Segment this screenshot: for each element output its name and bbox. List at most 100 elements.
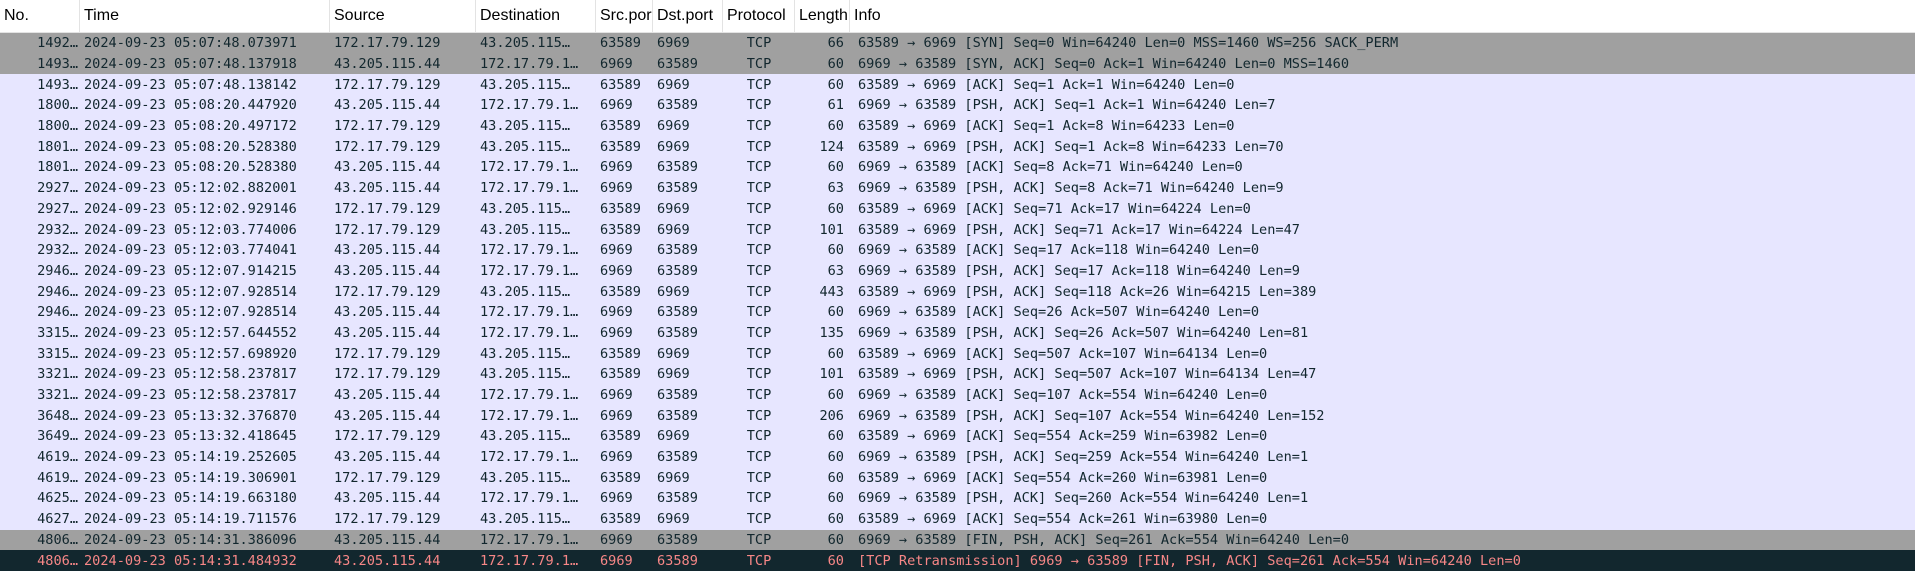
column-header-time[interactable]: Time: [80, 0, 330, 32]
packet-source: 43.205.115.44: [334, 180, 441, 197]
packet-src-port: 6969: [600, 387, 633, 404]
packet-row[interactable]: 4625… 2024-09-23 05:14:19.663180 43.205.11…: [0, 488, 1915, 509]
packet-number: 1493…: [37, 76, 78, 93]
packet-list[interactable]: No. Time Source Destination Src.por Dst.…: [0, 0, 1915, 573]
packet-time: 2024-09-23 05:07:48.137918: [84, 56, 297, 73]
packet-src-port: 6969: [600, 407, 633, 424]
packet-row[interactable]: 1800… 2024-09-23 05:08:20.497172 172.17.79…: [0, 115, 1915, 137]
packet-row[interactable]: 2946… 2024-09-23 05:12:07.928514 43.205.11…: [0, 301, 1915, 323]
packet-row[interactable]: 3321… 2024-09-23 05:12:58.237817 43.205.11…: [0, 384, 1915, 406]
packet-src-port: 6969: [600, 449, 633, 466]
packet-row[interactable]: 3315… 2024-09-23 05:12:57.698920 172.17.79…: [0, 343, 1915, 364]
packet-source: 43.205.115.44: [334, 490, 441, 507]
packet-number: 1800…: [37, 118, 78, 135]
packet-dst-port: 6969: [657, 200, 690, 217]
packet-length: 60: [827, 511, 844, 528]
packet-row[interactable]: 4806… 2024-09-23 05:14:31.386096 43.205.11…: [0, 529, 1915, 551]
packet-source: 172.17.79.129: [334, 345, 441, 362]
packet-row[interactable]: 1493… 2024-09-23 05:07:48.137918 43.205.11…: [0, 53, 1915, 75]
packet-row[interactable]: 1801… 2024-09-23 05:08:20.528380 43.205.11…: [0, 157, 1915, 178]
packet-protocol: TCP: [746, 262, 772, 279]
packet-length: 66: [827, 35, 844, 52]
packet-number: 1492…: [37, 35, 78, 52]
column-header-info[interactable]: Info: [850, 0, 1915, 32]
packet-info: 63589 → 6969 [PSH, ACK] Seq=71 Ack=17 Wi…: [858, 221, 1300, 238]
packet-row[interactable]: 1800… 2024-09-23 05:08:20.447920 43.205.11…: [0, 95, 1915, 116]
packet-protocol: TCP: [746, 242, 772, 259]
packet-info: 6969 → 63589 [PSH, ACK] Seq=107 Ack=554 …: [858, 407, 1325, 424]
packet-row[interactable]: 4627… 2024-09-23 05:14:19.711576 172.17.79…: [0, 508, 1915, 530]
packet-row[interactable]: 2946… 2024-09-23 05:12:07.914215 43.205.11…: [0, 260, 1915, 282]
packet-source: 43.205.115.44: [334, 242, 441, 259]
packet-row[interactable]: 2927… 2024-09-23 05:12:02.929146 172.17.79…: [0, 198, 1915, 220]
packet-protocol: TCP: [746, 118, 772, 135]
packet-row[interactable]: 2932… 2024-09-23 05:12:03.774006 172.17.79…: [0, 219, 1915, 240]
packet-destination: 43.205.115…: [480, 138, 571, 155]
packet-time: 2024-09-23 05:08:20.497172: [84, 118, 297, 135]
packet-destination: 172.17.79.1…: [480, 531, 579, 548]
packet-dst-port: 63589: [657, 552, 698, 569]
packet-row[interactable]: 1492… 2024-09-23 05:07:48.073971 172.17.79…: [0, 33, 1915, 54]
packet-info: 6969 → 63589 [PSH, ACK] Seq=17 Ack=118 W…: [858, 262, 1300, 279]
packet-src-port: 63589: [600, 511, 641, 528]
packet-src-port: 6969: [600, 159, 633, 176]
packet-dst-port: 6969: [657, 428, 690, 445]
column-header-no[interactable]: No.: [0, 0, 80, 32]
packet-time: 2024-09-23 05:12:02.929146: [84, 200, 297, 217]
packet-number: 2946…: [37, 283, 78, 300]
packet-number: 2927…: [37, 180, 78, 197]
packet-row[interactable]: 4619… 2024-09-23 05:14:19.306901 172.17.79…: [0, 467, 1915, 489]
packet-length: 124: [819, 138, 844, 155]
packet-number: 3315…: [37, 324, 78, 341]
packet-source: 43.205.115.44: [334, 324, 441, 341]
packet-row[interactable]: 1801… 2024-09-23 05:08:20.528380 172.17.79…: [0, 136, 1915, 158]
packet-src-port: 63589: [600, 345, 641, 362]
packet-row[interactable]: 2946… 2024-09-23 05:12:07.928514 172.17.79…: [0, 281, 1915, 302]
packet-row[interactable]: 2932… 2024-09-23 05:12:03.774041 43.205.11…: [0, 239, 1915, 261]
column-header-destination[interactable]: Destination: [476, 0, 596, 32]
packet-row[interactable]: 3649… 2024-09-23 05:13:32.418645 172.17.79…: [0, 426, 1915, 447]
packet-dst-port: 6969: [657, 35, 690, 52]
packet-number: 2946…: [37, 262, 78, 279]
packet-length: 60: [827, 76, 844, 93]
packet-destination: 172.17.79.1…: [480, 56, 579, 73]
column-header-length[interactable]: Length: [795, 0, 850, 32]
packet-row[interactable]: 1493… 2024-09-23 05:07:48.138142 172.17.79…: [0, 74, 1915, 96]
packet-dst-port: 6969: [657, 283, 690, 300]
packet-time: 2024-09-23 05:14:31.386096: [84, 531, 297, 548]
packet-length: 60: [827, 531, 844, 548]
packet-source: 172.17.79.129: [334, 283, 441, 300]
column-header-protocol[interactable]: Protocol: [723, 0, 795, 32]
packet-row[interactable]: 4806… 2024-09-23 05:14:31.484932 43.205.11…: [0, 550, 1915, 571]
packet-source: 172.17.79.129: [334, 428, 441, 445]
packet-row[interactable]: 2927… 2024-09-23 05:12:02.882001 43.205.11…: [0, 177, 1915, 199]
packet-time: 2024-09-23 05:12:57.698920: [84, 345, 297, 362]
packet-length: 206: [819, 407, 844, 424]
packet-protocol: TCP: [746, 221, 772, 238]
packet-length: 443: [819, 283, 844, 300]
packet-destination: 43.205.115…: [480, 428, 571, 445]
packet-row[interactable]: 3315… 2024-09-23 05:12:57.644552 43.205.11…: [0, 322, 1915, 344]
packet-src-port: 63589: [600, 76, 641, 93]
column-header-dst-port[interactable]: Dst.port: [653, 0, 723, 32]
packet-protocol: TCP: [746, 283, 772, 300]
packet-destination: 172.17.79.1…: [480, 324, 579, 341]
packet-time: 2024-09-23 05:13:32.376870: [84, 407, 297, 424]
column-header-src-port[interactable]: Src.por: [596, 0, 653, 32]
packet-src-port: 63589: [600, 138, 641, 155]
packet-protocol: TCP: [746, 345, 772, 362]
packet-src-port: 63589: [600, 200, 641, 217]
packet-rows: 1492… 2024-09-23 05:07:48.073971 172.17.79…: [0, 33, 1915, 571]
column-header-source[interactable]: Source: [330, 0, 476, 32]
packet-row[interactable]: 4619… 2024-09-23 05:14:19.252605 43.205.11…: [0, 446, 1915, 468]
packet-number: 3321…: [37, 366, 78, 383]
packet-row[interactable]: 3648… 2024-09-23 05:13:32.376870 43.205.11…: [0, 405, 1915, 427]
packet-info: 63589 → 6969 [SYN] Seq=0 Win=64240 Len=0…: [858, 35, 1399, 52]
packet-length: 60: [827, 345, 844, 362]
packet-time: 2024-09-23 05:14:19.306901: [84, 469, 297, 486]
packet-number: 3315…: [37, 345, 78, 362]
packet-row[interactable]: 3321… 2024-09-23 05:12:58.237817 172.17.79…: [0, 364, 1915, 385]
packet-number: 4625…: [37, 490, 78, 507]
packet-info: 63589 → 6969 [PSH, ACK] Seq=507 Ack=107 …: [858, 366, 1317, 383]
packet-src-port: 6969: [600, 531, 633, 548]
